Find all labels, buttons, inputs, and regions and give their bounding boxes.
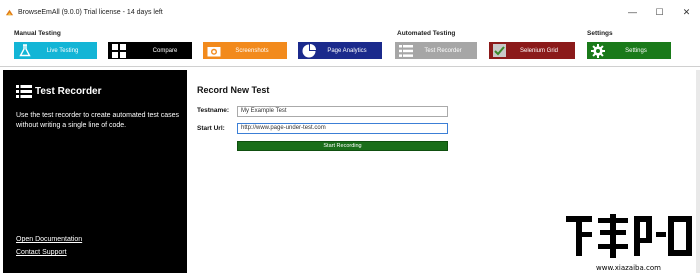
title-bar: BrowseEmAll (9.0.0) Trial license - 14 d… xyxy=(0,0,700,24)
testname-input[interactable]: My Example Test xyxy=(237,106,448,117)
settings-button[interactable]: Settings xyxy=(587,42,671,59)
page-title: Record New Test xyxy=(197,85,270,95)
selenium-icon xyxy=(492,43,507,58)
sidebar: Test Recorder Use the test recorder to c… xyxy=(3,70,187,273)
group-label-settings: Settings xyxy=(587,30,613,37)
list-icon xyxy=(16,85,32,98)
minimize-button[interactable]: — xyxy=(619,0,646,24)
camera-icon xyxy=(206,43,221,58)
watermark-url: www.xiazaiba.com xyxy=(596,264,661,272)
screenshots-button[interactable]: Screenshots xyxy=(203,42,287,59)
live-testing-button[interactable]: Live Testing xyxy=(14,42,97,59)
sidebar-description: Use the test recorder to create automate… xyxy=(16,112,180,129)
close-button[interactable]: ✕ xyxy=(673,0,700,24)
ribbon-divider xyxy=(0,66,700,67)
maximize-button[interactable]: ☐ xyxy=(646,0,673,24)
start-recording-button[interactable]: Start Recording xyxy=(237,141,448,151)
pie-chart-icon xyxy=(301,43,316,58)
open-documentation-link[interactable]: Open Documentation xyxy=(16,236,82,243)
group-label-manual-testing: Manual Testing xyxy=(14,30,61,37)
grid-icon xyxy=(111,43,126,58)
window-controls: — ☐ ✕ xyxy=(619,0,700,24)
contact-support-link[interactable]: Contact Support xyxy=(16,249,67,256)
sidebar-title-text: Test Recorder xyxy=(35,86,102,97)
app-window: BrowseEmAll (9.0.0) Trial license - 14 d… xyxy=(0,0,700,273)
list-icon xyxy=(398,43,413,58)
sidebar-title: Test Recorder xyxy=(16,85,102,98)
testname-label: Testname: xyxy=(197,107,230,114)
group-label-automated-testing: Automated Testing xyxy=(397,30,456,37)
window-title: BrowseEmAll (9.0.0) Trial license - 14 d… xyxy=(18,8,163,16)
page-analytics-button[interactable]: Page Analytics xyxy=(298,42,382,59)
selenium-grid-button[interactable]: Selenium Grid xyxy=(489,42,575,59)
gear-icon xyxy=(590,43,605,58)
test-recorder-button[interactable]: Test Recorder xyxy=(395,42,477,59)
watermark-glyphs-icon xyxy=(566,214,692,258)
start-url-input[interactable]: http://www.page-under-test.com xyxy=(237,123,448,134)
ribbon-toolbar: Manual Testing Automated Testing Setting… xyxy=(0,26,700,66)
flask-icon xyxy=(17,43,32,58)
app-logo-icon xyxy=(5,9,14,15)
watermark-logo: www.xiazaiba.com xyxy=(560,208,700,273)
start-url-label: Start Url: xyxy=(197,125,225,132)
compare-button[interactable]: Compare xyxy=(108,42,192,59)
